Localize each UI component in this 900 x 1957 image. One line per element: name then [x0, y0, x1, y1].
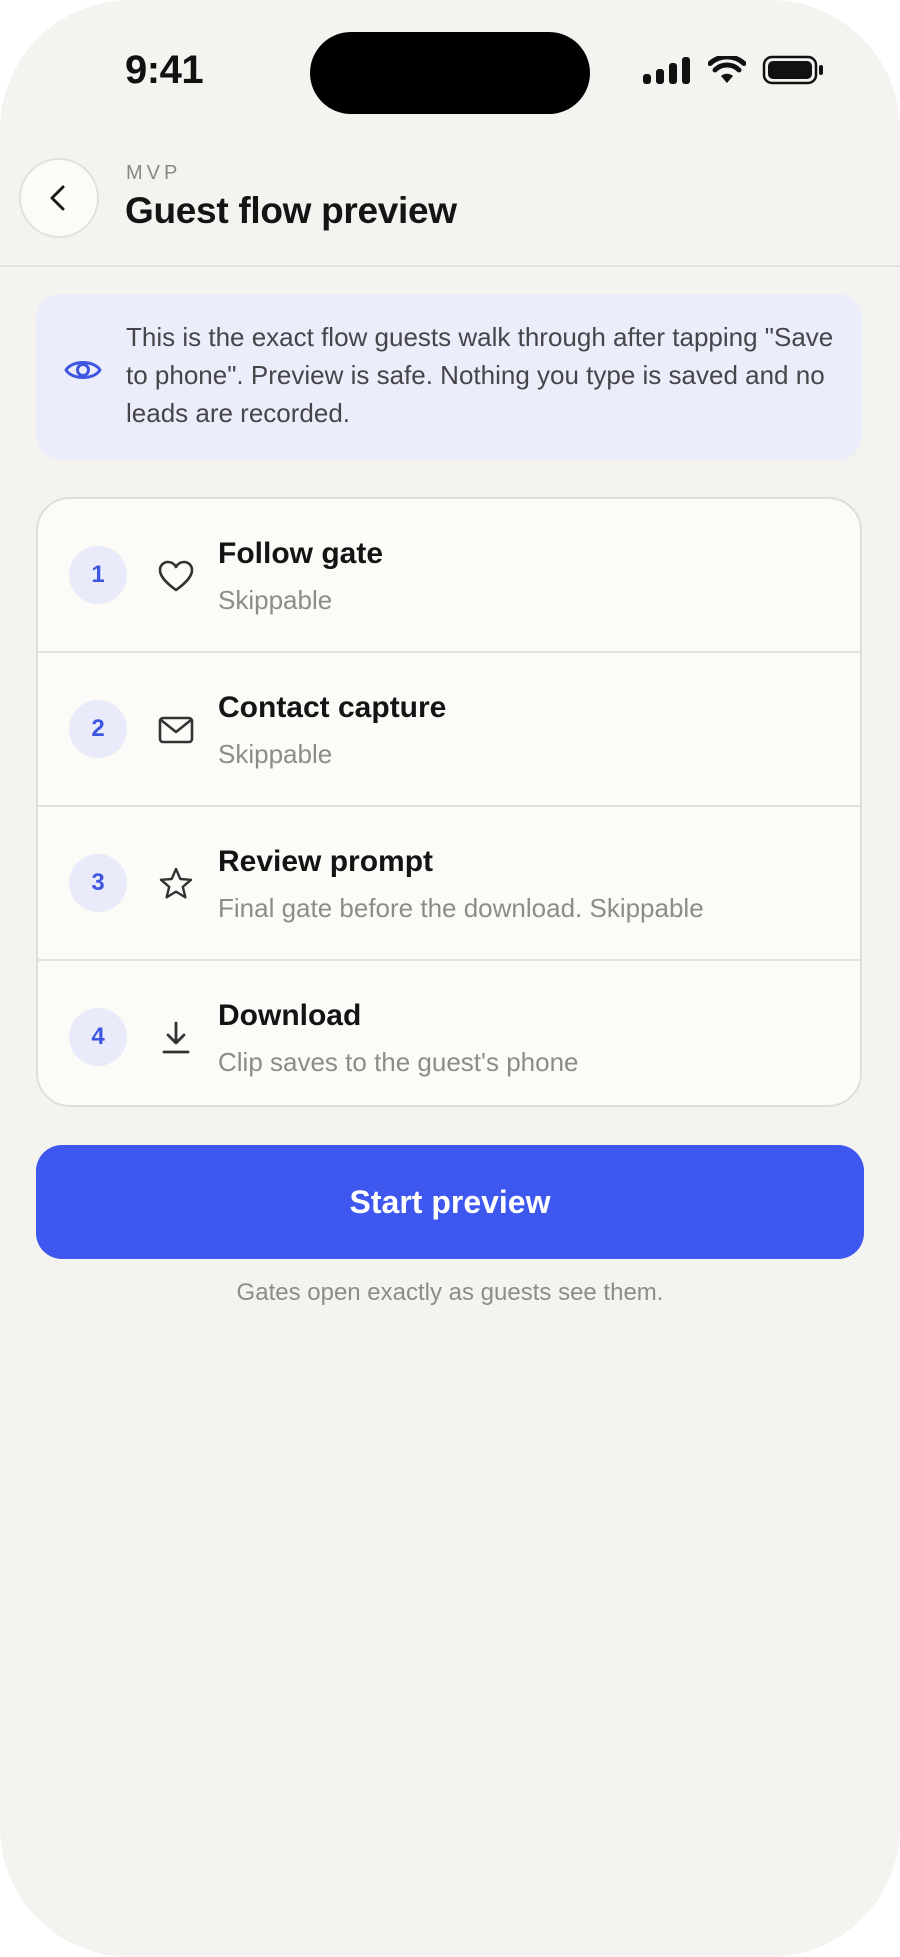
status-time: 9:41	[125, 48, 204, 92]
step-contact-capture: 2 Contact capture Skippable	[38, 653, 860, 807]
download-icon	[156, 1018, 196, 1058]
header-divider	[0, 265, 900, 267]
mail-icon	[156, 710, 196, 750]
chevron-left-icon	[50, 185, 65, 211]
cellular-signal-icon	[643, 56, 690, 84]
page-eyebrow: MVP	[126, 162, 182, 184]
step-subtitle: Clip saves to the guest's phone	[218, 1047, 579, 1077]
info-banner: This is the exact flow guests walk throu…	[36, 294, 862, 460]
step-number: 4	[69, 1008, 127, 1066]
dynamic-island	[310, 32, 590, 114]
step-number: 2	[69, 700, 127, 758]
steps-list: 1 Follow gate Skippable 2 Contact captur…	[36, 497, 862, 1107]
star-icon	[156, 864, 196, 904]
wifi-icon	[708, 56, 746, 83]
phone-screen: 9:41 MVP Guest flow preview This is the …	[0, 0, 900, 1957]
step-review-prompt: 3 Review prompt Final gate before the do…	[38, 807, 860, 961]
page-title: Guest flow preview	[125, 190, 457, 231]
heart-icon	[156, 556, 196, 596]
step-follow-gate: 1 Follow gate Skippable	[38, 499, 860, 653]
step-title: Contact capture	[218, 691, 447, 724]
footnote: Gates open exactly as guests see them.	[236, 1279, 664, 1306]
step-subtitle: Skippable	[218, 739, 333, 769]
eye-icon	[64, 361, 102, 379]
step-subtitle: Skippable	[218, 585, 333, 615]
step-title: Review prompt	[218, 845, 434, 878]
step-subtitle: Final gate before the download. Skippabl…	[218, 893, 704, 923]
info-banner-text: This is the exact flow guests walk throu…	[126, 322, 834, 428]
status-icons	[643, 55, 824, 85]
step-title: Follow gate	[218, 537, 383, 570]
start-preview-button[interactable]: Start preview	[36, 1145, 864, 1259]
battery-icon	[762, 55, 823, 85]
back-button[interactable]	[19, 158, 99, 238]
step-number: 1	[69, 546, 127, 604]
step-download: 4 Download Clip saves to the guest's pho…	[38, 961, 860, 1105]
step-number: 3	[69, 854, 127, 912]
step-title: Download	[218, 999, 362, 1032]
